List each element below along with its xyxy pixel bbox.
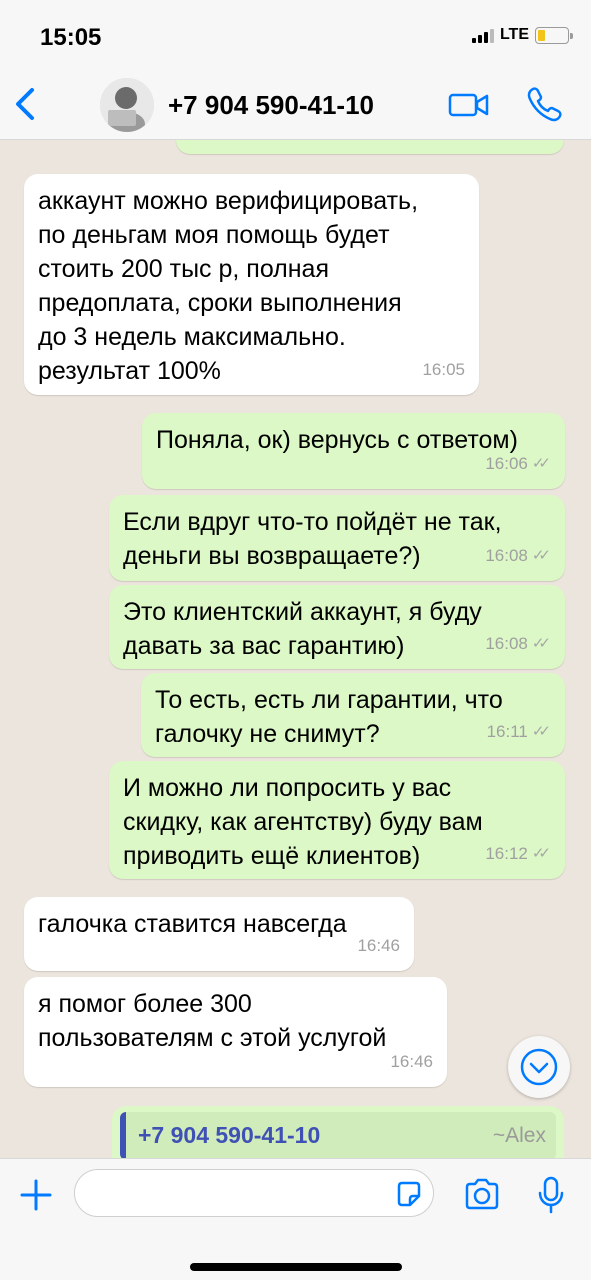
message-bubble[interactable]: То есть, есть ли гарантии, что галочку н… xyxy=(141,673,565,757)
message-time-wrap: 16:12 ✓✓ xyxy=(485,837,551,871)
message-time-wrap: 16:08 ✓✓ xyxy=(485,627,551,661)
message-time: 16:46 xyxy=(357,936,400,955)
message-time-wrap: 16:08 ✓✓ xyxy=(485,539,551,573)
message-time: 16:08 xyxy=(485,634,528,653)
quoted-contact-number: +7 904 590-41-10 xyxy=(138,1122,321,1148)
message-text: галочка ставится навсегда xyxy=(38,910,347,938)
phone-icon xyxy=(527,87,562,122)
quoted-contact-alias: ~Alex xyxy=(492,1124,546,1147)
read-ticks-icon: ✓✓ xyxy=(531,845,551,862)
camera-icon xyxy=(465,1178,499,1210)
message-text: я помог более 300 пользователям с этой у… xyxy=(38,990,387,1052)
message-text: аккаунт можно верифицировать, по деньгам… xyxy=(38,187,419,385)
home-indicator xyxy=(190,1263,402,1271)
message-time-wrap: 16:46 xyxy=(357,929,400,963)
message-time: 16:06 xyxy=(485,454,528,473)
voice-call-button[interactable] xyxy=(524,84,564,129)
message-composer xyxy=(0,1158,591,1280)
clock: 15:05 xyxy=(40,24,102,51)
sticker-button[interactable] xyxy=(395,1180,423,1213)
quoted-contact[interactable]: +7 904 590-41-10 ~Alex xyxy=(120,1112,556,1158)
video-camera-icon xyxy=(448,93,489,117)
chevron-down-circle-icon xyxy=(520,1048,558,1086)
message-bubble[interactable]: Это клиентский аккаунт, я буду давать за… xyxy=(109,585,565,669)
camera-button[interactable] xyxy=(463,1177,501,1216)
avatar[interactable] xyxy=(100,78,154,132)
previous-message-edge xyxy=(176,140,564,154)
message-time-wrap: 16:46 xyxy=(390,1045,433,1079)
read-ticks-icon: ✓✓ xyxy=(531,723,551,740)
signal-icon xyxy=(471,27,494,43)
message-time: 16:11 xyxy=(486,722,528,741)
chevron-left-icon xyxy=(16,88,34,120)
read-ticks-icon: ✓✓ xyxy=(531,547,551,564)
message-bubble[interactable]: галочка ставится навсегда 16:46 xyxy=(24,897,414,971)
message-bubble[interactable]: Поняла, ок) вернусь с ответом) 16:06 ✓✓ xyxy=(142,413,565,489)
message-time: 16:46 xyxy=(390,1052,433,1071)
network-type: LTE xyxy=(499,26,529,43)
message-time: 16:05 xyxy=(422,360,465,379)
message-time-wrap: 16:11 ✓✓ xyxy=(487,715,551,749)
contact-name[interactable]: +7 904 590-41-10 xyxy=(168,90,374,121)
read-ticks-icon: ✓✓ xyxy=(531,455,551,472)
message-time: 16:08 xyxy=(485,546,528,565)
status-bar: 15:05 LTE xyxy=(0,0,591,70)
contact-card-message[interactable]: +7 904 590-41-10 ~Alex xyxy=(112,1106,564,1158)
video-call-button[interactable] xyxy=(448,90,490,125)
message-time-wrap: 16:05 xyxy=(422,353,465,387)
message-input[interactable] xyxy=(74,1169,434,1217)
message-bubble[interactable]: И можно ли попросить у вас скидку, как а… xyxy=(109,761,565,879)
read-ticks-icon: ✓✓ xyxy=(531,635,551,652)
message-list[interactable]: аккаунт можно верифицировать, по деньгам… xyxy=(0,140,591,1158)
voice-message-button[interactable] xyxy=(536,1175,566,1220)
back-button[interactable] xyxy=(10,84,40,124)
sticker-icon xyxy=(397,1181,421,1207)
attach-button[interactable] xyxy=(18,1177,54,1218)
message-time: 16:12 xyxy=(485,844,528,863)
message-bubble[interactable]: Если вдруг что-то пойдёт не так, деньги … xyxy=(109,495,565,581)
plus-icon xyxy=(20,1179,52,1211)
microphone-icon xyxy=(538,1176,564,1214)
scroll-to-bottom-button[interactable] xyxy=(508,1036,570,1098)
message-time-wrap: 16:06 ✓✓ xyxy=(485,447,551,481)
message-bubble[interactable]: аккаунт можно верифицировать, по деньгам… xyxy=(24,174,479,395)
chat-header: +7 904 590-41-10 xyxy=(0,70,591,140)
battery-icon xyxy=(535,26,573,44)
message-bubble[interactable]: я помог более 300 пользователям с этой у… xyxy=(24,977,447,1087)
